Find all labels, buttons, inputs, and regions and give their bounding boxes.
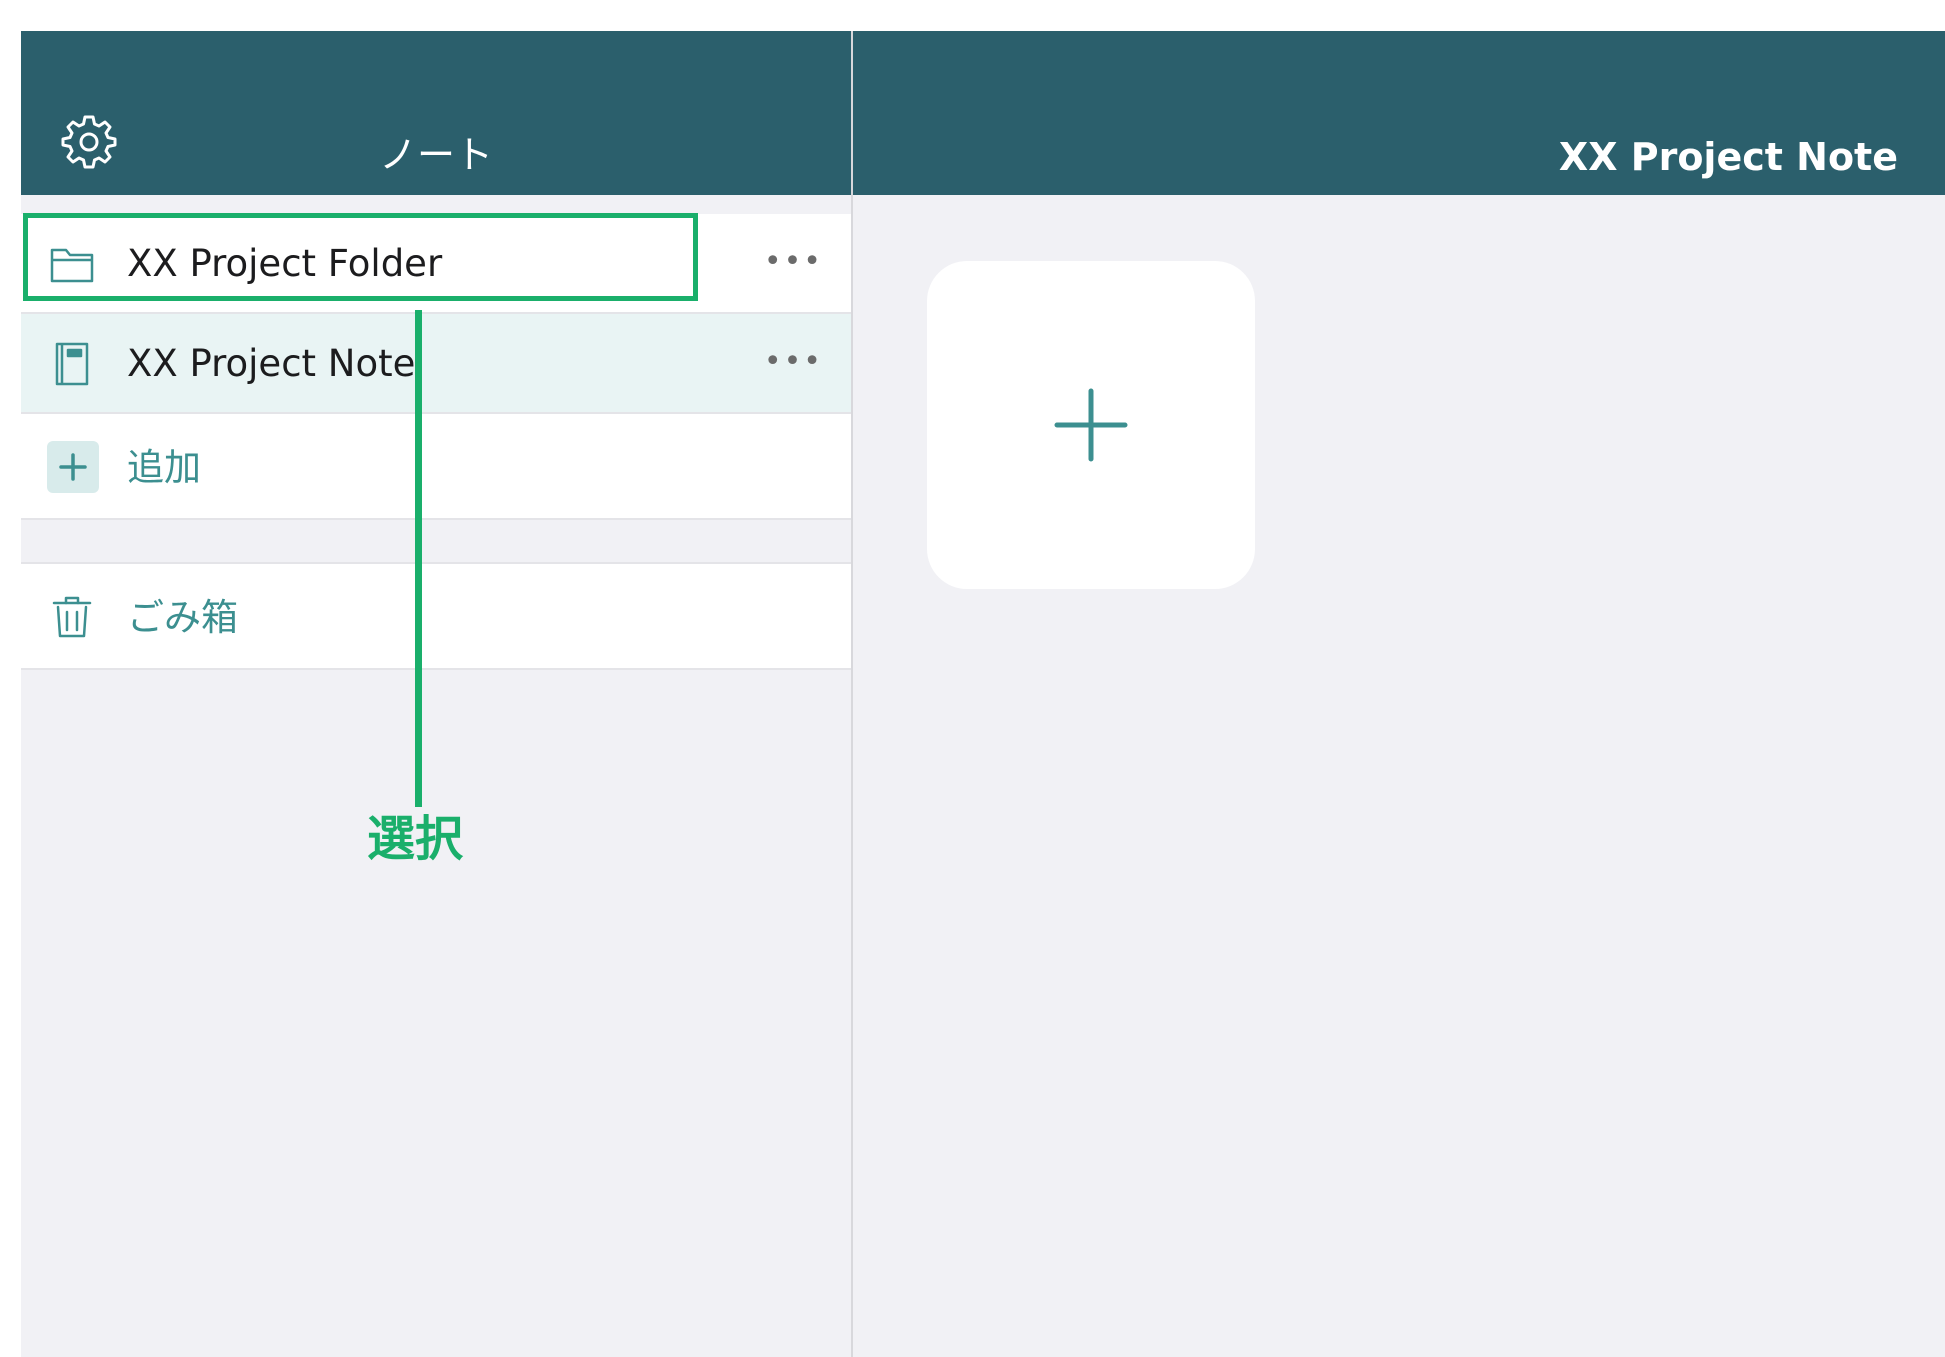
add-page-button[interactable] (927, 261, 1255, 589)
more-options-icon[interactable]: ••• (764, 344, 823, 380)
trash-label: ごみ箱 (127, 596, 238, 639)
note-label: XX Project Note (127, 342, 416, 385)
notebook-icon (55, 342, 89, 386)
callout-line (415, 310, 422, 807)
page-title: XX Project Note (1558, 135, 1898, 179)
app-window: ノート XX Project Folder ••• XX Project Not… (21, 31, 1945, 1357)
add-item-row[interactable]: 追加 (21, 414, 851, 520)
section-divider (21, 520, 851, 564)
plus-icon (47, 441, 99, 493)
selection-highlight-box (23, 213, 698, 301)
trash-row[interactable]: ごみ箱 (21, 564, 851, 670)
sidebar: ノート XX Project Folder ••• XX Project Not… (21, 31, 853, 1357)
callout-label: 選択 (367, 811, 464, 867)
main-header: XX Project Note (853, 31, 1945, 195)
list-item-note[interactable]: XX Project Note ••• (21, 314, 851, 414)
sidebar-header: ノート (21, 31, 851, 195)
sidebar-title: ノート (378, 133, 493, 177)
trash-icon (52, 596, 92, 638)
main-pane: XX Project Note (853, 31, 1945, 1357)
plus-icon (1054, 388, 1128, 462)
more-options-icon[interactable]: ••• (764, 244, 823, 280)
add-label: 追加 (127, 446, 201, 489)
